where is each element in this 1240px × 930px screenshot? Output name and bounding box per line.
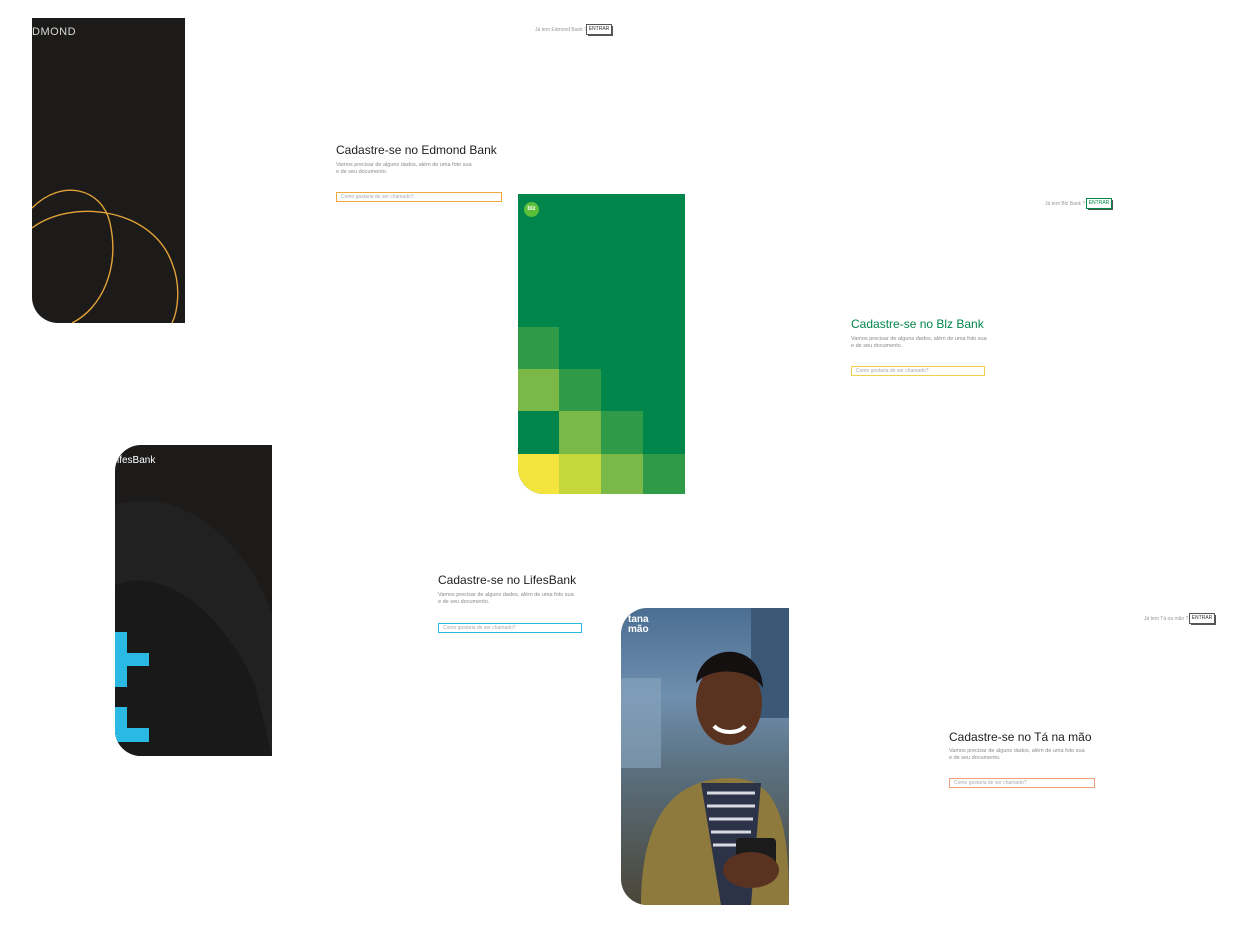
person-photo xyxy=(621,608,789,905)
blz-tile xyxy=(559,454,601,494)
tanamao-login-button[interactable]: ENTRAR xyxy=(1189,613,1216,625)
blz-name-input[interactable]: Como gostaria de ser chamado? xyxy=(851,366,985,376)
lifes-background-shapes xyxy=(115,500,272,756)
blz-tile xyxy=(601,454,643,494)
edmond-name-input[interactable]: Como gostaria de ser chamado? xyxy=(336,192,502,202)
blz-page-title: Cadastre-se no Blz Bank xyxy=(851,317,984,331)
edmond-have-account-text: Já tem Edmond Bank ? xyxy=(535,27,587,33)
blz-login-button[interactable]: ENTRAR xyxy=(1086,198,1113,210)
blz-tile xyxy=(518,454,559,494)
blz-tile xyxy=(643,454,685,494)
tanamao-name-input[interactable]: Como gostaria de ser chamado? xyxy=(949,778,1095,788)
blz-tile xyxy=(559,411,601,454)
blz-tile xyxy=(559,369,601,411)
blz-have-account-text: Já tem Blz Bank ? xyxy=(1045,201,1086,207)
tanamao-have-account-text: Já tem Tá na mão ? xyxy=(1144,616,1189,622)
lifes-brand-panel: ifesBank xyxy=(115,445,272,756)
blz-subtitle: Vamos precisar de alguns dados, além de … xyxy=(851,336,987,349)
lifes-name-input[interactable]: Como gostaria de ser chamado? xyxy=(438,623,582,633)
blz-tile xyxy=(601,411,643,454)
lifes-shape xyxy=(115,653,149,666)
edmond-subtitle: Vamos precisar de alguns dados, além de … xyxy=(336,162,472,175)
lifes-logo: ifesBank xyxy=(117,455,156,466)
tanamao-subtitle: Vamos precisar de alguns dados, além de … xyxy=(949,748,1085,761)
edmond-decorative-curves xyxy=(32,189,179,323)
tanamao-page-title: Cadastre-se no Tá na mão xyxy=(949,730,1092,744)
blz-brand-panel: blz xyxy=(518,194,685,494)
edmond-login-button[interactable]: ENTRAR xyxy=(586,24,613,36)
blz-logo-icon: blz xyxy=(524,202,539,217)
edmond-page-title: Cadastre-se no Edmond Bank xyxy=(336,143,497,157)
edmond-brand-panel: DMOND xyxy=(32,18,185,323)
blz-tile xyxy=(518,327,559,369)
lifes-shape xyxy=(115,728,149,742)
blz-tile xyxy=(518,369,559,411)
lifes-page-title: Cadastre-se no LifesBank xyxy=(438,573,577,587)
tanamao-logo: tana mão xyxy=(628,614,649,635)
tanamao-photo-panel: tana mão xyxy=(621,608,789,905)
lifes-subtitle: Vamos precisar de alguns dados, além de … xyxy=(438,592,574,605)
